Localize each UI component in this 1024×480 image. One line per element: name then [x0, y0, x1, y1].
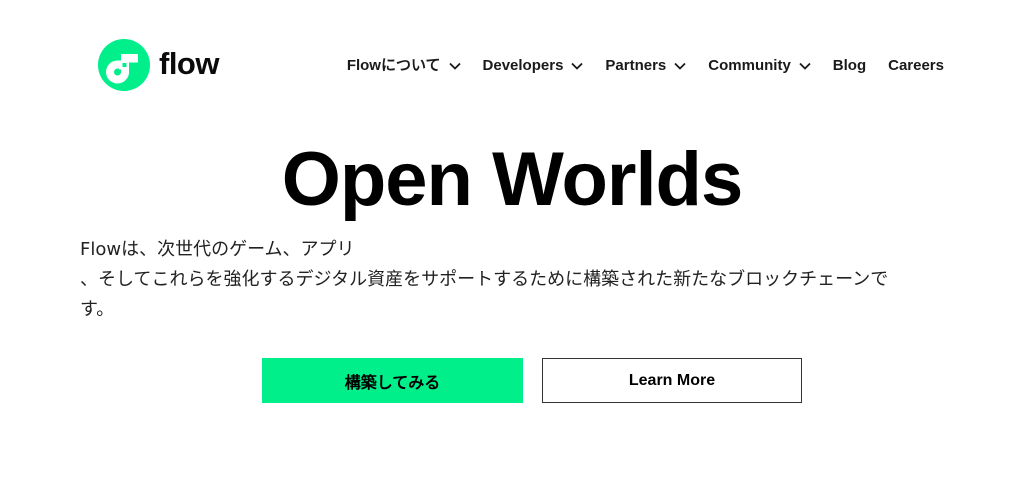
- chevron-down-icon: [674, 62, 686, 70]
- flow-logo-icon: [98, 39, 150, 91]
- brand-name: flow: [159, 45, 220, 81]
- nav-item-label: Flowについて: [346, 57, 441, 74]
- page: flow Flowについて Developers Partners Commun…: [0, 0, 1024, 480]
- nav-item-careers[interactable]: Careers: [888, 56, 944, 76]
- start-building-button[interactable]: 構築してみる: [262, 358, 523, 403]
- nav-item-partners[interactable]: Partners: [605, 56, 686, 76]
- nav-item-label: Careers: [888, 57, 944, 74]
- nav-item-community[interactable]: Community: [708, 56, 811, 76]
- flow-logo[interactable]: flow: [98, 39, 220, 91]
- chevron-down-icon: [448, 62, 461, 70]
- hero-description: Flowは、次世代のゲーム、アプリ 、そしてこれらを強化するデジタル資産をサポー…: [80, 235, 950, 325]
- learn-more-button[interactable]: Learn More: [542, 358, 802, 403]
- nav-item-label: Blog: [832, 57, 867, 74]
- hero-description-line: Flowは、次世代のゲーム、アプリ: [80, 239, 355, 260]
- nav-item-label: Community: [708, 57, 791, 74]
- hero-description-line: す。: [80, 299, 115, 320]
- chevron-down-icon: [799, 62, 811, 70]
- hero-description-line: 、そしてこれらを強化するデジタル資産をサポートするために構築された新たなブロック…: [80, 269, 889, 290]
- site-header: flow Flowについて Developers Partners Commun…: [0, 0, 1024, 130]
- nav-item-blog[interactable]: Blog: [833, 56, 866, 76]
- chevron-down-icon: [571, 62, 584, 70]
- nav-item-label: Developers: [482, 57, 564, 74]
- nav-item-developers[interactable]: Developers: [483, 56, 584, 76]
- hero-title: Open Worlds: [281, 137, 744, 222]
- main-nav: Flowについて Developers Partners Community B…: [347, 56, 944, 76]
- nav-item-label: Partners: [605, 57, 667, 74]
- nav-item-about-flow[interactable]: Flowについて: [347, 56, 461, 76]
